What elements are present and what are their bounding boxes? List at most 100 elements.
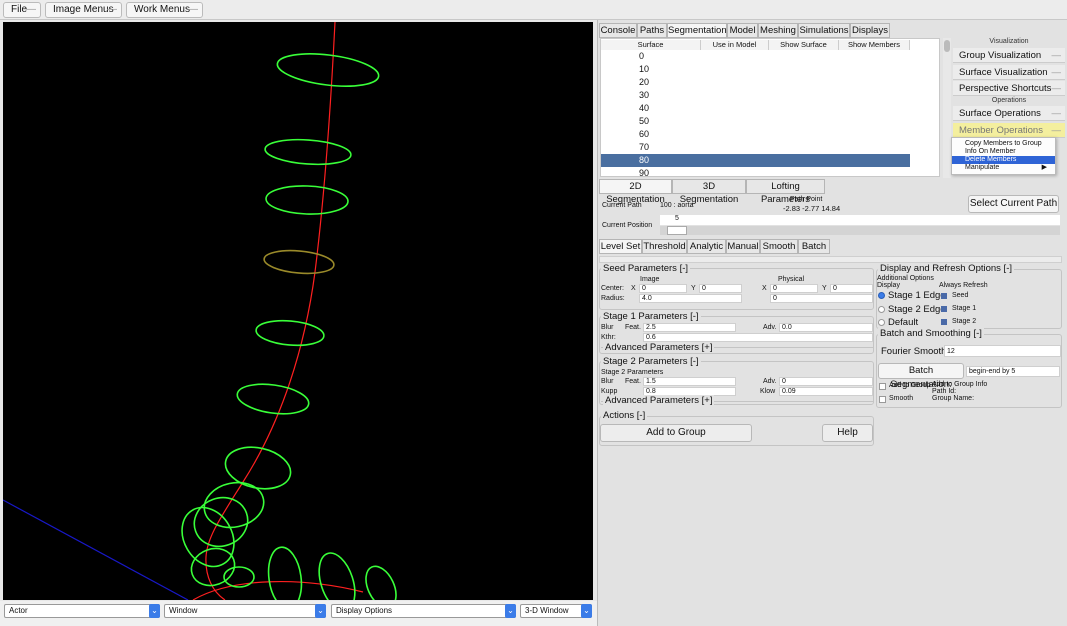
3d-window-select[interactable]: 3-D Window ⌄ xyxy=(520,604,592,618)
contour-60[interactable] xyxy=(222,442,295,495)
tab-threshold[interactable]: Threshold xyxy=(642,239,687,254)
stage1-kthr-input[interactable]: 0.6 xyxy=(643,333,873,342)
col-header-show-surface[interactable]: Show Surface xyxy=(769,40,839,50)
contour-80[interactable] xyxy=(187,490,254,554)
stage1-adv-input[interactable]: 0.0 xyxy=(779,323,873,332)
3d-scene[interactable] xyxy=(3,22,593,600)
tab-smooth[interactable]: Smooth xyxy=(760,239,798,254)
table-row[interactable]: 90 xyxy=(601,167,910,176)
group-visualization-button[interactable]: Group Visualization — xyxy=(953,48,1065,63)
table-scrollbar[interactable] xyxy=(943,38,951,178)
stage2-advanced-toggle[interactable]: Advanced Parameters [+] xyxy=(603,395,715,406)
table-row[interactable]: 50 xyxy=(601,115,910,128)
table-row[interactable]: 40 xyxy=(601,102,910,115)
selected-contour-30[interactable] xyxy=(263,248,335,276)
table-row[interactable]: 20 xyxy=(601,76,910,89)
col-header-surface[interactable]: Surface xyxy=(601,40,701,50)
actions-title[interactable]: Actions [-] xyxy=(601,410,648,421)
tab-simulations[interactable]: Simulations xyxy=(798,23,850,38)
center-y-image-input[interactable]: 0 xyxy=(699,284,742,293)
surface-operations-button[interactable]: Surface Operations — xyxy=(953,106,1065,121)
col-header-show-members[interactable]: Show Members xyxy=(839,40,910,50)
select-current-path-button[interactable]: Select Current Path xyxy=(968,195,1059,213)
stage1-feat-input[interactable]: 2.5 xyxy=(643,323,736,332)
tab-console[interactable]: Console xyxy=(599,23,637,38)
stage2-klow-input[interactable]: 0.09 xyxy=(779,387,873,396)
stage2-refresh-checkbox[interactable] xyxy=(941,319,947,325)
table-row[interactable]: 70 xyxy=(601,141,910,154)
contour-140[interactable] xyxy=(360,562,402,600)
contour-50[interactable] xyxy=(235,380,310,418)
stage2-feat-input[interactable]: 1.5 xyxy=(643,377,736,386)
tab-lofting-parameters[interactable]: Lofting Parameters xyxy=(746,179,825,205)
batch-range-input[interactable]: begin-end by 5 xyxy=(966,366,1060,377)
contour-40[interactable] xyxy=(255,318,325,348)
tab-model[interactable]: Model xyxy=(727,23,758,38)
window-select[interactable]: Window ⌄ xyxy=(164,604,326,618)
contour-20[interactable] xyxy=(265,185,349,216)
fourier-smooth-input[interactable]: 12 xyxy=(944,345,1061,357)
stage1-parameters-title[interactable]: Stage 1 Parameters [-] xyxy=(601,311,701,322)
contour-0[interactable] xyxy=(276,49,381,91)
stage2-edge-radio[interactable] xyxy=(878,306,885,313)
seed-parameters-title[interactable]: Seed Parameters [-] xyxy=(601,263,691,274)
center-x-physical-input[interactable]: 0 xyxy=(770,284,818,293)
display-options-select[interactable]: Display Options ⌄ xyxy=(331,604,516,618)
stage2-adv-input[interactable]: 0 xyxy=(779,377,873,386)
tab-manual[interactable]: Manual xyxy=(726,239,760,254)
actor-select[interactable]: Actor ⌄ xyxy=(4,604,160,618)
table-row-selected[interactable]: 80 xyxy=(601,154,910,167)
3d-viewer[interactable] xyxy=(3,22,593,600)
menu-item-info-on-member[interactable]: Info On Member xyxy=(952,148,1055,156)
stage2-parameters-title[interactable]: Stage 2 Parameters [-] xyxy=(601,356,701,367)
tab-analytic[interactable]: Analytic xyxy=(687,239,726,254)
seed-refresh-checkbox[interactable] xyxy=(941,293,947,299)
display-refresh-title[interactable]: Display and Refresh Options [-] xyxy=(878,263,1015,274)
stage1-refresh-checkbox[interactable] xyxy=(941,306,947,312)
menu-item-delete-members[interactable]: Delete Members xyxy=(952,156,1055,164)
member-operations-button[interactable]: Member Operations — xyxy=(953,123,1065,138)
tab-batch[interactable]: Batch xyxy=(798,239,830,254)
radius-physical-input[interactable]: 0 xyxy=(770,294,873,303)
scrollbar-thumb[interactable] xyxy=(944,40,950,52)
contour-130[interactable] xyxy=(313,549,362,600)
table-row[interactable]: 30 xyxy=(601,89,910,102)
tab-displays[interactable]: Displays xyxy=(850,23,890,38)
position-slider[interactable] xyxy=(660,226,1060,235)
radius-image-input[interactable]: 4.0 xyxy=(639,294,742,303)
menu-item-manipulate[interactable]: Manipulate ▶ xyxy=(952,164,1055,172)
tab-paths[interactable]: Paths xyxy=(637,23,667,38)
contour-90[interactable] xyxy=(172,498,245,576)
file-menu[interactable]: File — xyxy=(3,2,41,18)
tab-meshing[interactable]: Meshing xyxy=(758,23,798,38)
slider-handle[interactable] xyxy=(667,226,687,235)
contour-120[interactable] xyxy=(265,545,305,600)
members-table[interactable]: Surface Use in Model Show Surface Show M… xyxy=(600,38,940,177)
perspective-shortcuts-button[interactable]: Perspective Shortcuts — xyxy=(953,81,1065,96)
tab-3d-segmentation[interactable]: 3D Segmentation xyxy=(672,179,746,205)
stage1-advanced-toggle[interactable]: Advanced Parameters [+] xyxy=(603,342,715,353)
menu-item-copy-members[interactable]: Copy Members to Group xyxy=(952,140,1055,148)
work-menus[interactable]: Work Menus — xyxy=(126,2,203,18)
default-radio[interactable] xyxy=(878,319,885,326)
table-row[interactable]: 0 xyxy=(601,50,910,63)
col-header-use-in-model[interactable]: Use in Model xyxy=(701,40,769,50)
batch-smoothing-title[interactable]: Batch and Smoothing [-] xyxy=(878,328,984,339)
contour-70[interactable] xyxy=(200,477,268,533)
center-x-image-input[interactable]: 0 xyxy=(639,284,687,293)
image-menus[interactable]: Image Menus — xyxy=(45,2,122,18)
stage1-edge-radio[interactable] xyxy=(878,292,885,299)
add-to-group-button[interactable]: Add to Group xyxy=(600,424,752,442)
center-y-physical-input[interactable]: 0 xyxy=(830,284,873,293)
table-row[interactable]: 10 xyxy=(601,63,910,76)
add-to-group-checkbox[interactable] xyxy=(879,383,886,390)
help-button[interactable]: Help xyxy=(822,424,873,442)
tab-level-set[interactable]: Level Set xyxy=(599,239,642,254)
surface-visualization-button[interactable]: Surface Visualization — xyxy=(953,65,1065,80)
table-row[interactable]: 60 xyxy=(601,128,910,141)
tab-segmentation[interactable]: Segmentation xyxy=(667,23,727,38)
smooth-checkbox[interactable] xyxy=(879,396,886,403)
batch-segmentation-button[interactable]: Batch Segmentation: xyxy=(878,363,964,390)
contour-10[interactable] xyxy=(264,137,352,167)
tab-2d-segmentation[interactable]: 2D Segmentation xyxy=(599,179,672,205)
